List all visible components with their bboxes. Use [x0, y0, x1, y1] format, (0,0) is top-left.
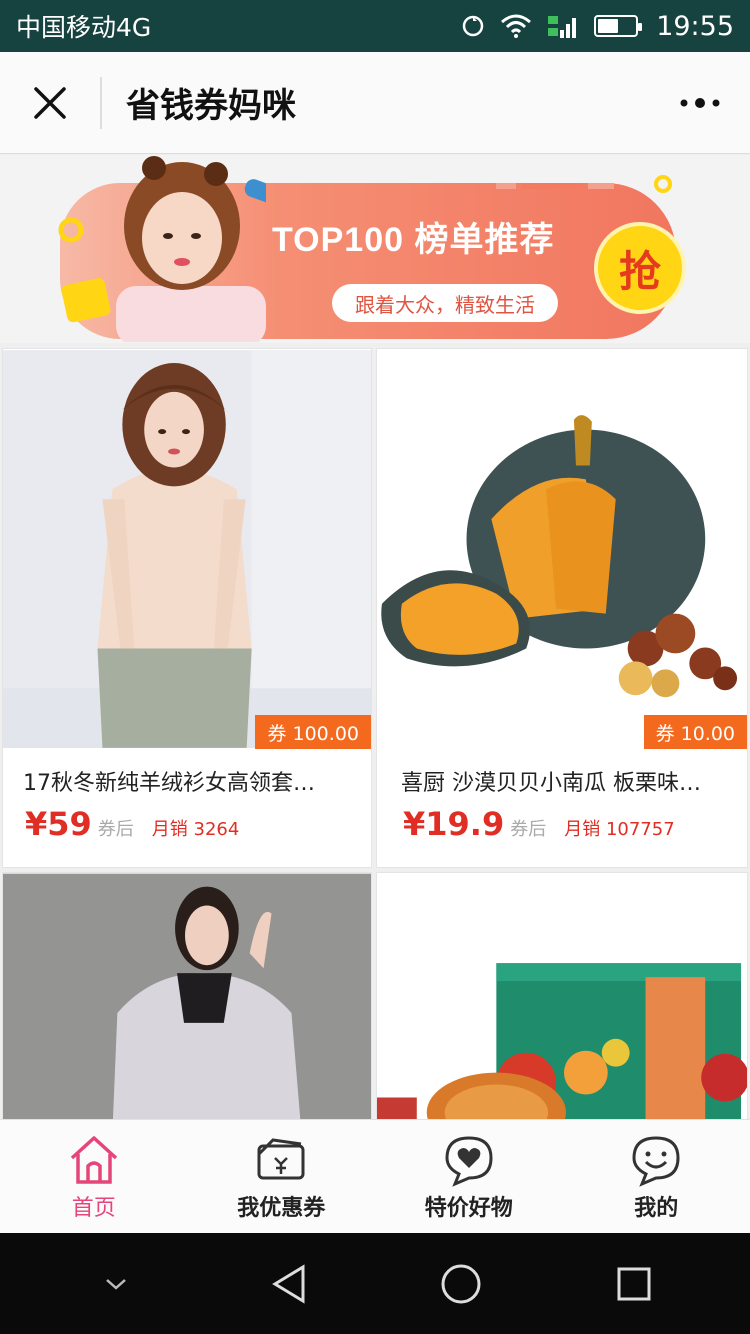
product-name: 17秋冬新纯羊绒衫女高领套… — [23, 771, 315, 796]
woman-coat-photo — [3, 873, 371, 1131]
wifi-icon — [500, 14, 532, 38]
more-dots-icon — [680, 97, 720, 108]
coupon-tag: 券 100.00 — [255, 715, 371, 749]
recents-square-icon — [617, 1267, 651, 1300]
status-icons: 19:55 — [460, 11, 734, 42]
profile-icon — [632, 1135, 680, 1187]
coupon-tag: 券 10.00 — [643, 715, 747, 749]
tab-label: 特价好物 — [424, 1195, 513, 1221]
product-card[interactable]: 券 10.00 喜厨 沙漠贝贝小南瓜 板栗味… ¥19.9 券后 月销 1077… — [376, 348, 748, 868]
banner-title: TOP100 榜单推荐 — [272, 221, 555, 259]
home-icon — [70, 1135, 117, 1184]
page-title: 省钱券妈咪 — [126, 86, 296, 126]
sync-icon — [460, 13, 486, 39]
pumpkin-photo — [377, 350, 747, 748]
chevron-down-icon — [106, 1278, 127, 1290]
monthly-sales: 月销 3264 — [151, 819, 240, 840]
recents-button[interactable] — [594, 1254, 674, 1314]
signal-icon — [546, 12, 580, 40]
coupon-icon — [257, 1137, 305, 1179]
close-button[interactable] — [0, 52, 100, 154]
monthly-sales: 月销 107757 — [564, 819, 675, 840]
tab-deals[interactable]: 特价好物 — [375, 1120, 563, 1233]
status-bar: 中国移动4G 19:55 — [0, 0, 750, 52]
dash-decoration — [496, 183, 614, 189]
after-coupon-label: 券后 — [97, 819, 134, 840]
battery-icon — [594, 15, 643, 37]
tab-label: 我优惠券 — [237, 1195, 326, 1221]
carrier-label: 中国移动4G — [16, 13, 152, 42]
close-icon — [34, 86, 66, 119]
hide-keyboard-button[interactable] — [76, 1254, 156, 1314]
more-button[interactable] — [650, 97, 750, 109]
ring-icon — [654, 175, 672, 193]
bottom-tab-bar: 首页 我优惠券 特价好物 我的 — [0, 1119, 750, 1233]
product-card[interactable] — [2, 872, 372, 1132]
product-card[interactable]: 券 100.00 17秋冬新纯羊绒衫女高领套… ¥59 券后 月销 3264 — [2, 348, 372, 868]
mooncake-gift-box-photo — [377, 873, 747, 1131]
heart-bubble-icon — [445, 1135, 493, 1187]
tab-label: 首页 — [71, 1195, 116, 1221]
navigation-bar: 省钱券妈咪 — [0, 52, 750, 154]
product-price: ¥19.9 — [403, 805, 505, 843]
home-circle-icon — [441, 1264, 481, 1303]
tab-home[interactable]: 首页 — [0, 1120, 188, 1233]
product-name: 喜厨 沙漠贝贝小南瓜 板栗味… — [401, 771, 701, 796]
price-row: ¥59 券后 月销 3264 — [25, 805, 239, 843]
screen: 中国移动4G 19:55 省钱券妈咪 TOP100 榜单推荐 跟着大众，精致生活… — [0, 0, 750, 1334]
back-button[interactable] — [249, 1254, 329, 1314]
back-triangle-icon — [271, 1263, 305, 1304]
woman-sweater-photo — [3, 350, 371, 748]
sparkle-icon — [58, 217, 84, 243]
clock: 19:55 — [656, 10, 734, 42]
after-coupon-label: 券后 — [510, 819, 547, 840]
battery-fill — [598, 19, 618, 33]
product-card[interactable] — [376, 872, 748, 1132]
banner-model-image — [116, 156, 266, 342]
tab-coupons[interactable]: 我优惠券 — [188, 1120, 376, 1233]
tab-profile[interactable]: 我的 — [563, 1120, 750, 1233]
product-price: ¥59 — [25, 805, 92, 843]
tab-label: 我的 — [634, 1195, 679, 1221]
banner-tagline: 跟着大众，精致生活 — [332, 284, 558, 322]
price-row: ¥19.9 券后 月销 107757 — [403, 805, 675, 843]
home-button[interactable] — [421, 1254, 501, 1314]
grab-button[interactable]: 抢 — [594, 222, 686, 314]
system-navigation-bar — [0, 1233, 750, 1334]
